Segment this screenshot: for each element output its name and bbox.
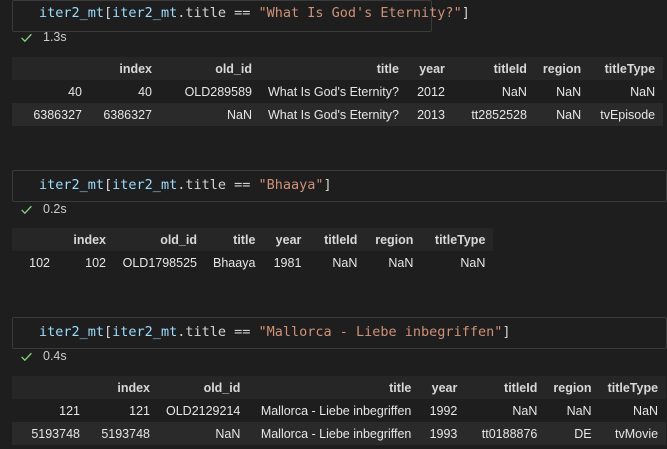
column-header: title — [248, 376, 420, 399]
column-header: old_id — [160, 57, 260, 80]
column-header: year — [419, 376, 466, 399]
table-cell: 6386327 — [90, 103, 160, 126]
column-header: titleType — [589, 57, 664, 80]
table-cell: tt2852528 — [452, 103, 535, 126]
table-cell: OLD2129214 — [158, 399, 249, 422]
table-cell: OLD1798525 — [114, 251, 205, 274]
column-header: titleType — [599, 376, 667, 399]
table-cell: NaN — [309, 251, 366, 274]
table-cell: tt0188876 — [465, 422, 546, 445]
table-cell: tvEpisode — [589, 103, 664, 126]
table-cell: 2013 — [406, 103, 453, 126]
column-header: titleType — [421, 228, 494, 251]
column-header: titleId — [465, 376, 546, 399]
table-cell: 6386327 — [12, 103, 90, 126]
column-header: region — [545, 376, 600, 399]
column-header: titleId — [452, 57, 535, 80]
header-row: index old_id title year titleId region t… — [12, 376, 667, 399]
execution-time: 0.4s — [43, 349, 67, 363]
execution-status: 1.3s — [20, 30, 67, 44]
table-cell: NaN — [465, 399, 546, 422]
column-header: region — [365, 228, 422, 251]
table-cell: NaN — [534, 80, 590, 103]
code-cell-2[interactable]: iter2_mt[iter2_mt.title == "Bhaaya"] — [12, 170, 667, 202]
table-cell: tvMovie — [599, 422, 667, 445]
execution-time: 0.2s — [43, 202, 67, 216]
code-line[interactable]: iter2_mt[iter2_mt.title == "Mallorca - L… — [39, 324, 510, 340]
table-cell: 121 — [88, 399, 158, 422]
table-cell: 2012 — [406, 80, 453, 103]
table-cell: 1981 — [263, 251, 310, 274]
column-header — [12, 228, 58, 251]
column-header: old_id — [158, 376, 249, 399]
table-cell: 102 — [12, 251, 58, 274]
table-cell: OLD289589 — [160, 80, 260, 103]
table-cell: 5193748 — [12, 422, 88, 445]
column-header — [12, 57, 90, 80]
table-cell: Mallorca - Liebe inbegriffen — [248, 422, 420, 445]
table-cell: 40 — [12, 80, 90, 103]
dataframe-output-3: index old_id title year titleId region t… — [12, 376, 667, 445]
table-cell: Bhaaya — [205, 251, 264, 274]
table-cell: NaN — [534, 103, 590, 126]
column-header: region — [534, 57, 590, 80]
column-header: index — [88, 376, 158, 399]
execution-status: 0.4s — [20, 349, 67, 363]
execution-status: 0.2s — [20, 202, 67, 216]
table-cell: What Is God's Eternity? — [260, 80, 407, 103]
table-row: 5193748 5193748 NaN Mallorca - Liebe inb… — [12, 422, 667, 445]
code-cell-1[interactable]: iter2_mt[iter2_mt.title == "What Is God'… — [12, 0, 470, 32]
table-cell: NaN — [365, 251, 422, 274]
column-header: index — [58, 228, 114, 251]
column-header — [12, 376, 88, 399]
table-row: 121 121 OLD2129214 Mallorca - Liebe inbe… — [12, 399, 667, 422]
table-cell: 102 — [58, 251, 114, 274]
table-cell: DE — [545, 422, 600, 445]
table-cell: NaN — [421, 251, 494, 274]
table-cell: 121 — [12, 399, 88, 422]
header-row: index old_id title year titleId region t… — [12, 57, 664, 80]
code-cell-3[interactable]: iter2_mt[iter2_mt.title == "Mallorca - L… — [12, 317, 667, 349]
checkmark-icon — [21, 33, 32, 42]
table-row: 102 102 OLD1798525 Bhaaya 1981 NaN NaN N… — [12, 251, 494, 274]
column-header: old_id — [114, 228, 205, 251]
column-header: title — [205, 228, 264, 251]
table-cell: NaN — [589, 80, 664, 103]
header-row: index old_id title year titleId region t… — [12, 228, 494, 251]
column-header: year — [406, 57, 453, 80]
column-header: title — [260, 57, 407, 80]
code-line[interactable]: iter2_mt[iter2_mt.title == "Bhaaya"] — [39, 177, 332, 193]
table-row: 6386327 6386327 NaN What Is God's Eterni… — [12, 103, 664, 126]
table-cell: 40 — [90, 80, 160, 103]
table-cell: NaN — [158, 422, 249, 445]
table-row: 40 40 OLD289589 What Is God's Eternity? … — [12, 80, 664, 103]
dataframe-output-2: index old_id title year titleId region t… — [12, 228, 494, 274]
table-cell: NaN — [545, 399, 600, 422]
column-header: year — [263, 228, 310, 251]
column-header: index — [90, 57, 160, 80]
execution-time: 1.3s — [43, 30, 67, 44]
table-cell: Mallorca - Liebe inbegriffen — [248, 399, 420, 422]
code-line[interactable]: iter2_mt[iter2_mt.title == "What Is God'… — [39, 5, 470, 21]
table-cell: NaN — [160, 103, 260, 126]
column-header: titleId — [309, 228, 366, 251]
checkmark-icon — [21, 205, 32, 214]
checkmark-icon — [21, 352, 32, 361]
table-cell: What Is God's Eternity? — [260, 103, 407, 126]
table-cell: 1993 — [419, 422, 466, 445]
table-cell: 5193748 — [88, 422, 158, 445]
table-cell: NaN — [452, 80, 535, 103]
table-cell: 1992 — [419, 399, 466, 422]
table-cell: NaN — [599, 399, 667, 422]
dataframe-output-1: index old_id title year titleId region t… — [12, 57, 664, 126]
